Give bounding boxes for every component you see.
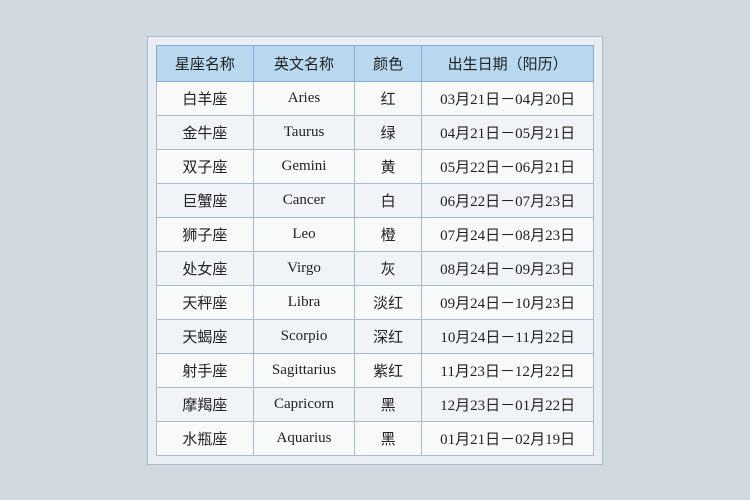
table-cell: 淡红	[355, 285, 422, 319]
table-cell: 黑	[355, 387, 422, 421]
table-cell: 白羊座	[156, 81, 253, 115]
table-cell: 紫红	[355, 353, 422, 387]
table-cell: 水瓶座	[156, 421, 253, 455]
table-cell: 天秤座	[156, 285, 253, 319]
table-cell: 灰	[355, 251, 422, 285]
table-cell: 11月23日－12月22日	[422, 353, 594, 387]
table-cell: 07月24日－08月23日	[422, 217, 594, 251]
table-header-cell: 星座名称	[156, 45, 253, 81]
table-cell: Aries	[253, 81, 354, 115]
table-cell: 处女座	[156, 251, 253, 285]
table-cell: 天蝎座	[156, 319, 253, 353]
table-cell: 橙	[355, 217, 422, 251]
table-row: 天蝎座Scorpio深红10月24日－11月22日	[156, 319, 593, 353]
table-cell: Sagittarius	[253, 353, 354, 387]
table-row: 水瓶座Aquarius黑01月21日－02月19日	[156, 421, 593, 455]
table-cell: Leo	[253, 217, 354, 251]
table-cell: 12月23日－01月22日	[422, 387, 594, 421]
table-row: 射手座Sagittarius紫红11月23日－12月22日	[156, 353, 593, 387]
table-row: 双子座Gemini黄05月22日－06月21日	[156, 149, 593, 183]
table-cell: 射手座	[156, 353, 253, 387]
table-cell: 深红	[355, 319, 422, 353]
table-cell: Scorpio	[253, 319, 354, 353]
table-cell: 红	[355, 81, 422, 115]
table-cell: 10月24日－11月22日	[422, 319, 594, 353]
table-row: 天秤座Libra淡红09月24日－10月23日	[156, 285, 593, 319]
table-row: 摩羯座Capricorn黑12月23日－01月22日	[156, 387, 593, 421]
table-cell: 绿	[355, 115, 422, 149]
table-header-row: 星座名称英文名称颜色出生日期（阳历）	[156, 45, 593, 81]
table-cell: 狮子座	[156, 217, 253, 251]
table-cell: Libra	[253, 285, 354, 319]
table-cell: 01月21日－02月19日	[422, 421, 594, 455]
zodiac-table-container: 星座名称英文名称颜色出生日期（阳历） 白羊座Aries红03月21日－04月20…	[147, 36, 603, 465]
table-cell: Aquarius	[253, 421, 354, 455]
table-cell: 白	[355, 183, 422, 217]
table-cell: Gemini	[253, 149, 354, 183]
table-cell: 双子座	[156, 149, 253, 183]
table-row: 巨蟹座Cancer白06月22日－07月23日	[156, 183, 593, 217]
table-row: 白羊座Aries红03月21日－04月20日	[156, 81, 593, 115]
table-row: 狮子座Leo橙07月24日－08月23日	[156, 217, 593, 251]
table-cell: Capricorn	[253, 387, 354, 421]
table-cell: 摩羯座	[156, 387, 253, 421]
table-row: 金牛座Taurus绿04月21日－05月21日	[156, 115, 593, 149]
table-cell: 06月22日－07月23日	[422, 183, 594, 217]
table-cell: Taurus	[253, 115, 354, 149]
table-cell: 09月24日－10月23日	[422, 285, 594, 319]
table-header-cell: 出生日期（阳历）	[422, 45, 594, 81]
table-cell: 巨蟹座	[156, 183, 253, 217]
table-cell: 08月24日－09月23日	[422, 251, 594, 285]
table-row: 处女座Virgo灰08月24日－09月23日	[156, 251, 593, 285]
table-cell: Cancer	[253, 183, 354, 217]
table-cell: 04月21日－05月21日	[422, 115, 594, 149]
table-cell: 黄	[355, 149, 422, 183]
table-cell: 黑	[355, 421, 422, 455]
table-header-cell: 英文名称	[253, 45, 354, 81]
table-cell: Virgo	[253, 251, 354, 285]
table-body: 白羊座Aries红03月21日－04月20日金牛座Taurus绿04月21日－0…	[156, 81, 593, 455]
table-cell: 金牛座	[156, 115, 253, 149]
table-cell: 03月21日－04月20日	[422, 81, 594, 115]
zodiac-table: 星座名称英文名称颜色出生日期（阳历） 白羊座Aries红03月21日－04月20…	[156, 45, 594, 456]
table-header-cell: 颜色	[355, 45, 422, 81]
table-cell: 05月22日－06月21日	[422, 149, 594, 183]
